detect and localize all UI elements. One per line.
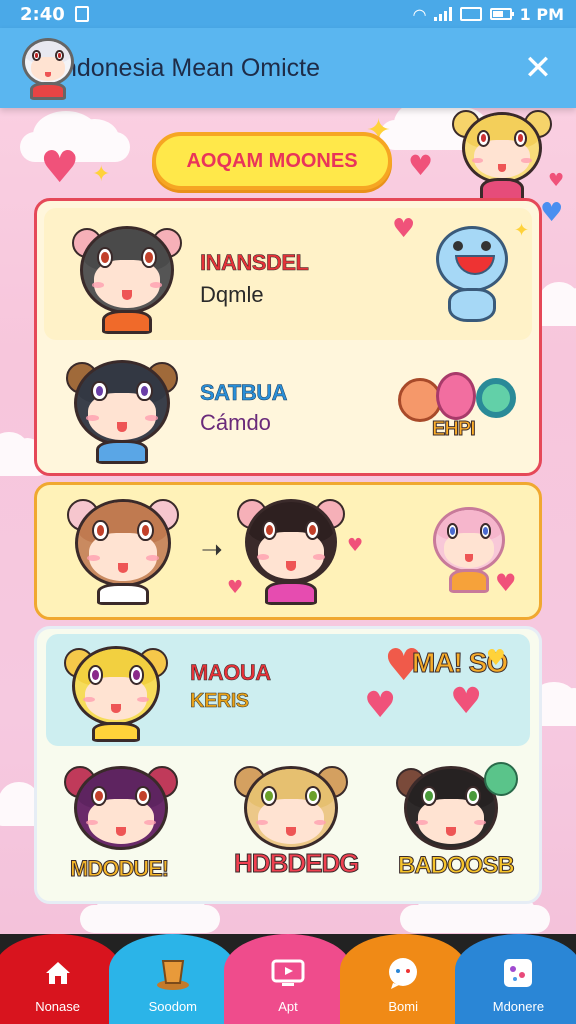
row-title: INANSDEL — [200, 250, 309, 276]
character-avatar — [72, 222, 182, 334]
section-banner[interactable]: AOQAM MOONES — [152, 132, 392, 190]
sim-icon — [459, 7, 482, 21]
background-cloud — [80, 885, 220, 933]
bottom-navigation: Nonase Soodom Apt Bomi Mdonere — [0, 934, 576, 1024]
sticker-label: BADOOSB — [398, 852, 516, 880]
candy-icon — [476, 378, 516, 418]
card-pair[interactable]: ➝ ♥ ♥ ♥ — [34, 482, 542, 620]
wifi-icon: ◠ — [413, 4, 426, 24]
heart-icon: ♥ — [227, 577, 244, 598]
gallery-icon — [498, 953, 538, 993]
heart-icon: ♥ — [408, 149, 434, 182]
notification-icon — [74, 6, 89, 22]
nav-label: Mdonere — [492, 999, 545, 1014]
signal-icon — [433, 7, 452, 21]
sticker-label: EHPI — [432, 418, 477, 441]
heart-icon: ♥ — [364, 685, 397, 726]
heart-icon: ♥ — [450, 681, 483, 722]
chat-bubble-icon — [383, 953, 423, 993]
character-avatar — [67, 495, 179, 607]
app-header: Indonesia Mean Omicte ✕ — [0, 28, 576, 108]
heart-icon: ♥ — [486, 646, 506, 671]
banner-label: AOQAM MOONES — [186, 149, 358, 172]
nav-item-bomi[interactable]: Bomi — [339, 934, 467, 1024]
nav-item-home[interactable]: Nonase — [0, 934, 122, 1024]
status-right-text: 1 PM — [519, 4, 564, 24]
row-title: MAOUA — [190, 660, 272, 686]
corner-character — [452, 106, 552, 206]
sticker-label: HDBDEDG — [233, 848, 359, 879]
card-row-2[interactable]: SATBUA Cámdo EHPI — [44, 344, 532, 468]
heart-icon: ♥ — [40, 142, 80, 193]
heart-icon: ♥ — [495, 569, 517, 597]
tv-icon — [268, 953, 308, 993]
sticker-character[interactable] — [232, 762, 350, 858]
character-avatar — [235, 495, 347, 607]
character-avatar — [66, 356, 178, 464]
row-subtitle: KERIS — [190, 690, 250, 713]
status-right: ◠ 1 PM — [413, 5, 564, 24]
row-subtitle: Cámdo — [200, 410, 271, 435]
mascot-sticker — [436, 226, 508, 292]
row-subtitle: Dqmle — [200, 282, 264, 307]
heart-icon: ♥ — [540, 198, 564, 228]
background-cloud — [400, 885, 550, 933]
mascot-body — [448, 288, 496, 322]
sticker-label: MDODUE! — [69, 856, 169, 882]
battery-icon — [489, 8, 514, 20]
candy-icon — [436, 372, 476, 420]
card-row-3[interactable]: MAOUA KERIS ♥ MA! SO ♥ ♥ ♥ — [46, 634, 530, 746]
trophy-icon — [153, 953, 193, 993]
character-avatar — [64, 642, 168, 744]
card-row-1[interactable]: INANSDEL Dqmle ♥ ✦ — [44, 208, 532, 340]
sticker-character[interactable] — [62, 762, 180, 858]
status-time: 2:40 — [20, 3, 65, 25]
nav-item-mdonere[interactable]: Mdonere — [454, 934, 576, 1024]
status-bar: 2:40 ◠ 1 PM — [0, 0, 576, 28]
home-icon — [38, 953, 78, 993]
row-title: SATBUA — [200, 380, 288, 406]
nav-label: Apt — [278, 999, 298, 1014]
heart-icon: ♥ — [347, 535, 364, 556]
app-logo-avatar — [16, 38, 80, 102]
arrow-right-icon: ➝ — [201, 535, 223, 565]
page-title: Indonesia Mean Omicte — [56, 53, 321, 82]
heart-icon: ♥ — [392, 214, 416, 244]
leaf-icon — [484, 762, 518, 796]
nav-item-soodom[interactable]: Soodom — [109, 934, 237, 1024]
nav-label: Soodom — [148, 999, 198, 1014]
close-icon: ✕ — [523, 48, 553, 88]
close-button[interactable]: ✕ — [516, 46, 560, 90]
sticker-character[interactable] — [394, 762, 518, 858]
sparkle-icon: ✦ — [92, 162, 111, 187]
nav-label: Bomi — [388, 999, 419, 1014]
nav-item-apt[interactable]: Apt — [224, 934, 352, 1024]
sparkle-icon: ✦ — [514, 220, 530, 241]
nav-label: Nonase — [35, 999, 80, 1014]
